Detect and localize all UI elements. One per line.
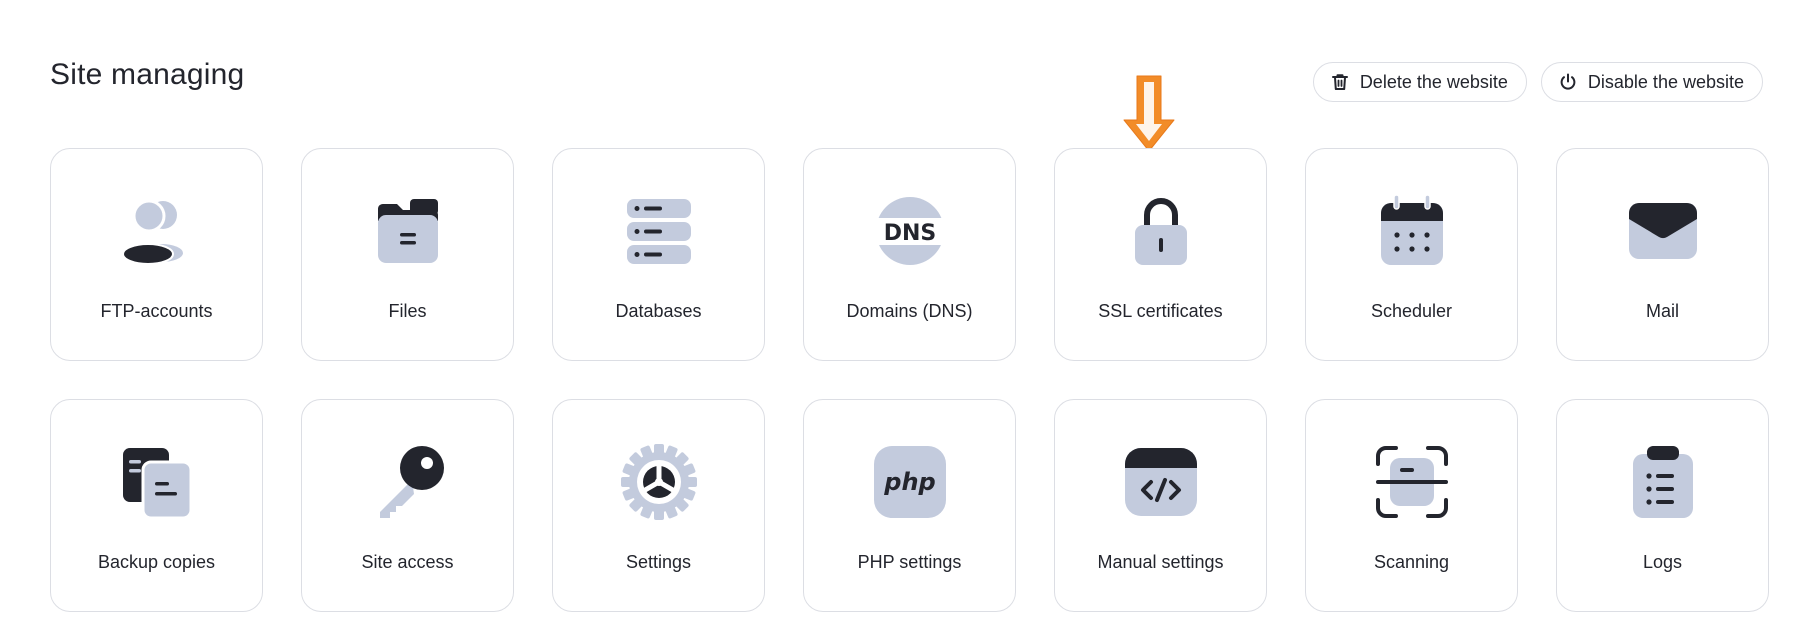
code-icon <box>1124 448 1197 516</box>
tile-label: FTP-accounts <box>100 301 213 321</box>
tile-manual-settings[interactable]: Manual settings <box>1054 399 1267 612</box>
tile-scanning[interactable]: Scanning <box>1305 399 1518 612</box>
clipboard-list-icon <box>1632 446 1693 518</box>
tile-label: Settings <box>625 552 692 572</box>
gear-icon <box>620 444 697 520</box>
tile-label: Backup copies <box>97 552 216 572</box>
scan-icon <box>1375 446 1448 518</box>
copy-icon <box>122 448 192 520</box>
tile-label: Scanning <box>1373 552 1450 572</box>
header-actions: Delete the website Disable the website <box>1312 62 1763 102</box>
tile-label: Logs <box>1642 552 1683 572</box>
tile-logs[interactable]: Logs <box>1556 399 1769 612</box>
svg-text:php: php <box>883 468 935 496</box>
site-tools-grid: FTP-accounts Files Databases DNS Domains… <box>50 148 1769 612</box>
calendar-icon <box>1380 194 1443 265</box>
tile-files[interactable]: Files <box>301 148 514 361</box>
dns-icon: DNS <box>871 197 948 265</box>
tile-label: SSL certificates <box>1098 301 1223 321</box>
page-title: Site managing <box>50 58 245 91</box>
tile-ftp-accounts[interactable]: FTP-accounts <box>50 148 263 361</box>
lock-icon <box>1134 198 1187 265</box>
folder-icon <box>377 199 438 263</box>
tile-ssl-certificates[interactable]: SSL certificates <box>1054 148 1267 361</box>
key-icon <box>379 446 444 518</box>
tile-label: Files <box>388 301 427 321</box>
tile-mail[interactable]: Mail <box>1556 148 1769 361</box>
delete-website-button[interactable]: Delete the website <box>1312 62 1527 102</box>
disable-website-button[interactable]: Disable the website <box>1540 62 1763 102</box>
database-icon <box>626 199 691 264</box>
tile-databases[interactable]: Databases <box>552 148 765 361</box>
tile-label: Domains (DNS) <box>846 301 973 321</box>
tile-label: Scheduler <box>1370 301 1453 321</box>
down-arrow-indicator-icon <box>1123 75 1175 152</box>
site-managing-page: Site managing Delete the website Disable… <box>0 0 1805 644</box>
tile-backup-copies[interactable]: Backup copies <box>50 399 263 612</box>
tile-settings[interactable]: Settings <box>552 399 765 612</box>
delete-website-label: Delete the website <box>1359 71 1508 92</box>
php-icon: php <box>873 446 946 518</box>
power-icon <box>1560 73 1576 90</box>
tile-php-settings[interactable]: php PHP settings <box>803 399 1016 612</box>
mail-icon <box>1628 203 1697 259</box>
trash-icon <box>1331 74 1348 90</box>
tile-label: Databases <box>615 301 702 321</box>
tile-label: PHP settings <box>857 552 962 572</box>
users-icon <box>121 199 183 265</box>
tile-domains-dns[interactable]: DNS Domains (DNS) <box>803 148 1016 361</box>
svg-text:DNS: DNS <box>883 221 936 246</box>
disable-website-label: Disable the website <box>1587 71 1744 92</box>
tile-label: Manual settings <box>1097 552 1224 572</box>
tile-scheduler[interactable]: Scheduler <box>1305 148 1518 361</box>
tile-site-access[interactable]: Site access <box>301 399 514 612</box>
tile-label: Mail <box>1645 301 1679 321</box>
tile-label: Site access <box>361 552 454 572</box>
